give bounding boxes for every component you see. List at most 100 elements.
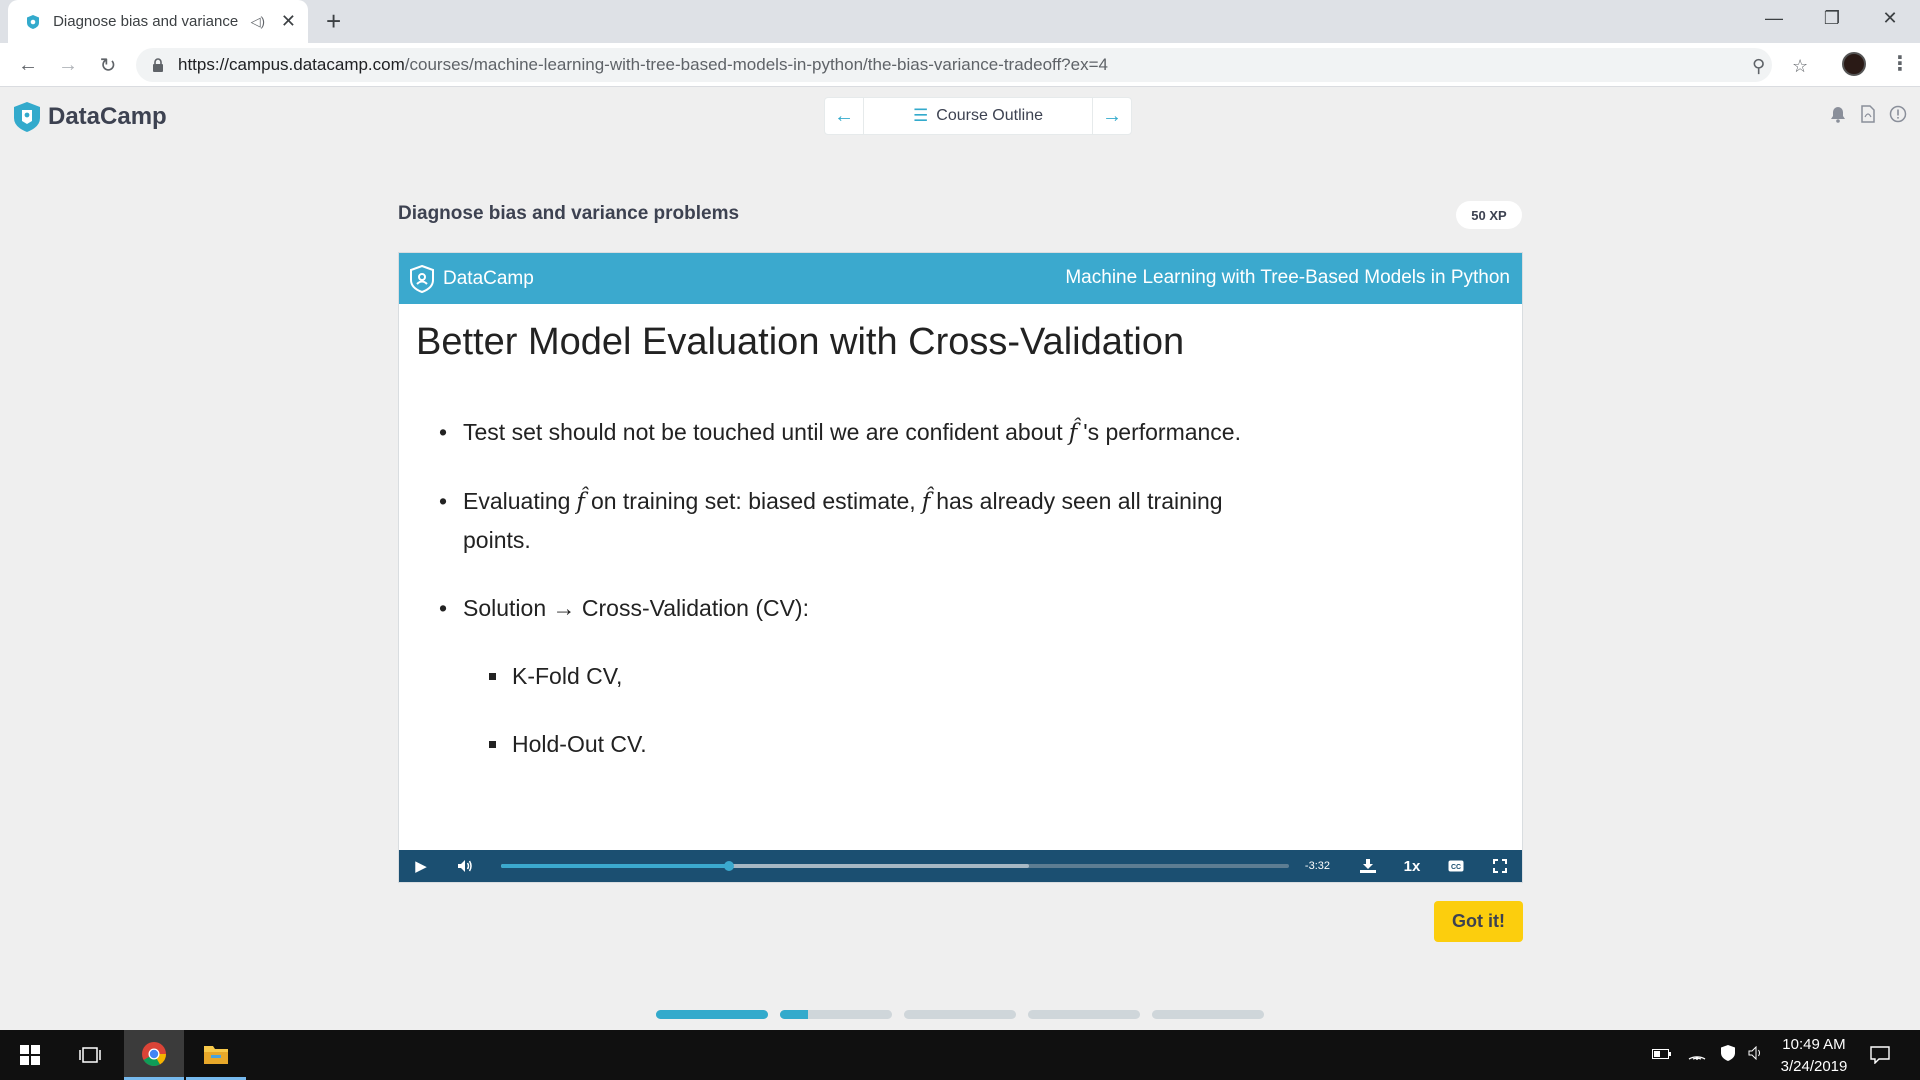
datacamp-logo-icon xyxy=(14,102,40,132)
bullet-2-text-d: points. xyxy=(463,527,531,553)
f-hat-symbol: f̂ xyxy=(576,489,585,515)
bullet-2-text-c: has already seen all training xyxy=(936,488,1223,514)
got-it-button[interactable]: Got it! xyxy=(1434,901,1523,942)
windows-start-icon[interactable] xyxy=(0,1030,60,1080)
playback-speed-button[interactable]: 1x xyxy=(1390,850,1434,882)
header-icons xyxy=(1828,104,1908,124)
restore-button[interactable]: ❐ xyxy=(1804,0,1860,36)
profile-avatar[interactable] xyxy=(1842,52,1866,76)
bullet-item: • Test set should not be touched until w… xyxy=(439,413,1299,452)
forward-button[interactable]: → xyxy=(54,51,82,79)
slide-datacamp-logo: DataCamp xyxy=(409,264,534,293)
next-exercise-button[interactable]: → xyxy=(1093,98,1131,134)
bullet-dot: • xyxy=(439,595,448,621)
browser-menu-icon[interactable]: ⋮ xyxy=(1890,52,1910,76)
bullet-3-text: Solution → Cross-Validation (CV): xyxy=(463,595,809,621)
fullscreen-icon[interactable] xyxy=(1478,850,1522,882)
tab-title: Diagnose bias and variance p xyxy=(53,13,243,30)
brand-name: DataCamp xyxy=(48,103,167,130)
bullet-item: • Evaluating f̂ on training set: biased es… xyxy=(439,482,1299,559)
bullet-1-text-a: Test set should not be touched until we … xyxy=(463,419,1063,445)
notification-bell-icon[interactable] xyxy=(1828,104,1848,124)
progress-segment xyxy=(656,1010,768,1019)
lock-icon xyxy=(153,58,163,72)
minimize-button[interactable]: — xyxy=(1746,0,1802,36)
reload-button[interactable]: ↻ xyxy=(94,51,122,79)
chrome-taskbar-icon[interactable] xyxy=(124,1030,184,1080)
exercise-progress xyxy=(656,1010,1264,1019)
bullet-dot: • xyxy=(439,488,448,514)
app-header: DataCamp ← ☰ Course Outline → xyxy=(0,88,1920,148)
menu-icon: ☰ xyxy=(913,106,929,125)
taskbar-clock[interactable]: 10:49 AM 3/24/2019 xyxy=(1766,1034,1862,1078)
volume-icon[interactable] xyxy=(443,850,487,882)
bullet-item: • Solution → Cross-Validation (CV): xyxy=(439,589,1299,627)
sub-bullet-square xyxy=(489,673,496,680)
sub-bullet-1-text: K-Fold CV, xyxy=(512,663,623,689)
seek-bar[interactable] xyxy=(501,861,1289,871)
sub-bullet-square xyxy=(489,741,496,748)
seek-handle[interactable] xyxy=(724,861,735,871)
sub-bullet-2-text: Hold-Out CV. xyxy=(512,731,647,757)
video-player[interactable]: DataCamp Machine Learning with Tree-Base… xyxy=(398,252,1523,883)
bookmark-star-icon[interactable]: ☆ xyxy=(1792,56,1808,77)
f-hat-symbol: f̂ xyxy=(921,489,931,515)
slides-pdf-icon[interactable] xyxy=(1858,104,1878,124)
browser-tab[interactable]: Diagnose bias and variance p ◁) ✕ xyxy=(8,0,308,43)
previous-exercise-button[interactable]: ← xyxy=(825,98,863,134)
action-center-icon[interactable] xyxy=(1850,1030,1910,1080)
new-tab-button[interactable]: + xyxy=(326,6,341,37)
clock-time: 10:49 AM xyxy=(1782,1036,1846,1053)
exercise-title: Diagnose bias and variance problems xyxy=(398,203,740,224)
slide-course-name: Machine Learning with Tree-Based Models … xyxy=(1065,267,1510,288)
clock-date: 3/24/2019 xyxy=(1780,1058,1848,1075)
system-tray xyxy=(1652,1030,1764,1080)
close-window-button[interactable]: ✕ xyxy=(1862,0,1918,36)
datacamp-favicon-icon xyxy=(24,13,41,31)
slide-brand-name: DataCamp xyxy=(443,267,534,289)
sub-bullet-item: Hold-Out CV. xyxy=(489,725,1299,763)
url-host: https://campus.datacamp.com xyxy=(178,55,405,74)
address-bar[interactable]: https://campus.datacamp.com/courses/mach… xyxy=(136,48,1772,82)
player-controls: ▶ -3:32 1x CC xyxy=(399,850,1522,882)
back-button[interactable]: ← xyxy=(14,51,42,79)
tab-audio-icon[interactable]: ◁) xyxy=(251,14,265,30)
datacamp-logo[interactable]: DataCamp xyxy=(12,101,167,133)
windows-taskbar: 10:49 AM 3/24/2019 xyxy=(0,1030,1920,1080)
progress-segment xyxy=(1028,1010,1140,1019)
browser-tabstrip: Diagnose bias and variance p ◁) ✕ + — ❐ … xyxy=(0,0,1920,43)
progress-segment xyxy=(1152,1010,1264,1019)
tab-close-icon[interactable]: ✕ xyxy=(281,11,296,32)
battery-icon[interactable] xyxy=(1652,1047,1672,1064)
sub-bullet-item: K-Fold CV, xyxy=(489,657,1299,695)
slide-heading: Better Model Evaluation with Cross-Valid… xyxy=(416,321,1185,363)
report-issue-icon[interactable] xyxy=(1888,104,1908,124)
wifi-icon[interactable] xyxy=(1688,1046,1706,1064)
course-outline-button[interactable]: ☰ Course Outline xyxy=(863,98,1093,134)
xp-badge: 50 XP xyxy=(1456,201,1522,229)
svg-text:CC: CC xyxy=(1451,864,1461,871)
bullet-text: Test set should not be touched until we … xyxy=(463,413,1241,452)
f-hat-symbol: f̂ xyxy=(1068,420,1078,446)
play-icon[interactable]: ▶ xyxy=(399,850,443,882)
security-shield-icon[interactable] xyxy=(1720,1044,1736,1066)
course-outline-label: Course Outline xyxy=(936,107,1043,124)
file-explorer-icon[interactable] xyxy=(186,1030,246,1080)
progress-segment-fill xyxy=(656,1010,768,1019)
volume-tray-icon[interactable] xyxy=(1748,1045,1764,1064)
url-path: /courses/machine-learning-with-tree-base… xyxy=(404,55,1108,74)
browser-toolbar: ← → ↻ https://campus.datacamp.com/course… xyxy=(0,43,1920,87)
task-view-icon[interactable] xyxy=(60,1030,120,1080)
zoom-icon[interactable]: ⚲ xyxy=(1752,56,1765,77)
download-icon[interactable] xyxy=(1346,850,1390,882)
bullet-2-text-a: Evaluating xyxy=(463,488,571,514)
progress-segment-fill xyxy=(780,1010,808,1019)
datacamp-shield-icon xyxy=(410,264,434,293)
closed-captions-icon[interactable]: CC xyxy=(1434,850,1478,882)
seek-bar-played xyxy=(501,864,730,868)
bullet-1-text-b: 's performance. xyxy=(1083,419,1241,445)
bullet-2-text-b: on training set: biased estimate, xyxy=(590,488,916,514)
progress-segment xyxy=(904,1010,1016,1019)
bullet-dot: • xyxy=(439,419,448,445)
progress-segment xyxy=(780,1010,892,1019)
